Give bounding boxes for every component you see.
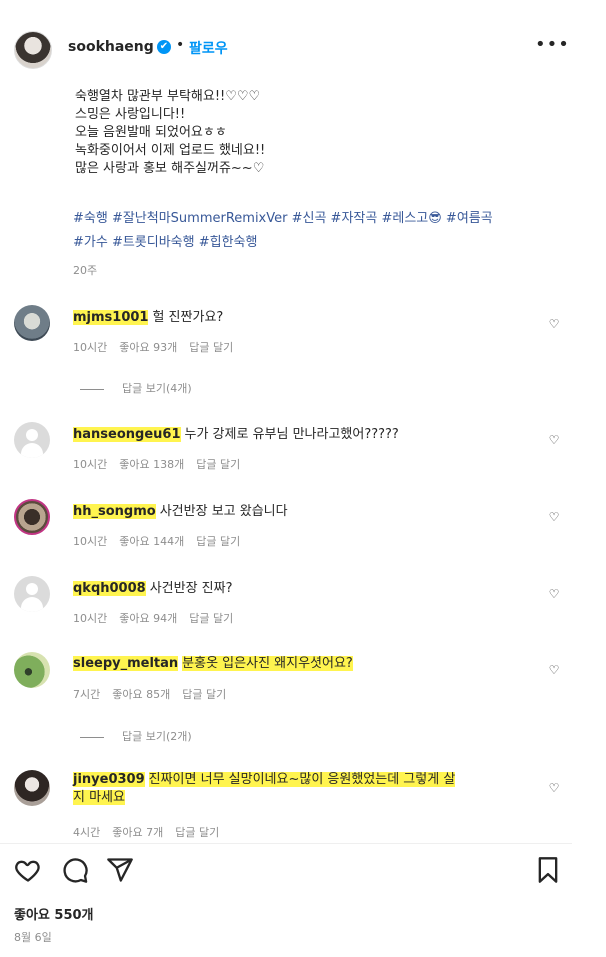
verified-badge-icon: ✔ bbox=[157, 40, 171, 54]
comment-text: qkqh0008 사건반장 진짜? bbox=[73, 580, 233, 598]
comment-body: 사건반장 진짜? bbox=[149, 581, 233, 596]
comment-body: 사건반장 보고 왔습니다 bbox=[159, 504, 288, 519]
comment-likes[interactable]: 좋아요 94개 bbox=[119, 612, 177, 625]
comment-meta: 10시간 좋아요 93개 답글 달기 bbox=[73, 339, 245, 355]
comment-body: 진짜이면 너무 실망이네요~많이 응원했었는데 그렇게 살 bbox=[148, 772, 456, 787]
comment-time: 7시간 bbox=[73, 688, 101, 701]
heart-icon[interactable]: ♡ bbox=[547, 433, 561, 447]
comment-likes[interactable]: 좋아요 93개 bbox=[119, 341, 177, 354]
avatar[interactable] bbox=[14, 305, 50, 341]
reply-button[interactable]: 답글 달기 bbox=[196, 535, 240, 548]
comment-time: 10시간 bbox=[73, 535, 108, 548]
comment-meta: 4시간 좋아요 7개 답글 달기 bbox=[73, 824, 231, 840]
avatar[interactable] bbox=[14, 31, 52, 69]
caption-line: 숙행열차 많관부 부탁해요!!♡♡♡ bbox=[75, 89, 261, 104]
heart-icon[interactable]: ♡ bbox=[547, 587, 561, 601]
divider bbox=[0, 843, 572, 844]
bookmark-icon[interactable] bbox=[534, 856, 562, 884]
default-avatar-icon[interactable] bbox=[14, 576, 50, 612]
caption-line: 오늘 음원발매 되었어요ㅎㅎ bbox=[75, 125, 227, 140]
hashtag-line[interactable]: #숙행 #잘난척마SummerRemixVer #신곡 #자작곡 #레스고😎 #… bbox=[73, 207, 568, 231]
caption-line: 많은 사랑과 홍보 해주실꺼쥬~~♡ bbox=[75, 161, 265, 176]
separator-dot: • bbox=[176, 37, 185, 53]
caption-timestamp: 20주 bbox=[73, 264, 98, 277]
comment-likes[interactable]: 좋아요 85개 bbox=[112, 688, 170, 701]
comment-likes[interactable]: 좋아요 138개 bbox=[119, 458, 184, 471]
post-header: sookhaeng ✔ • 팔로우 ••• bbox=[0, 0, 572, 90]
comment-meta: 10시간 좋아요 94개 답글 달기 bbox=[73, 610, 245, 626]
reply-button[interactable]: 답글 달기 bbox=[189, 341, 233, 354]
follow-button[interactable]: 팔로우 bbox=[189, 38, 228, 58]
comment-icon[interactable] bbox=[61, 856, 89, 884]
default-avatar-icon[interactable] bbox=[14, 422, 50, 458]
comment-likes[interactable]: 좋아요 7개 bbox=[112, 826, 163, 839]
comment-text: jinye0309 진짜이면 너무 실망이네요~많이 응원했었는데 그렇게 살 지… bbox=[73, 771, 541, 807]
more-options-icon[interactable]: ••• bbox=[535, 34, 570, 55]
comment-text: mjms1001 헐 진짠가요? bbox=[73, 309, 223, 327]
comment-likes[interactable]: 좋아요 144개 bbox=[119, 535, 184, 548]
avatar[interactable] bbox=[14, 499, 50, 535]
comment-body: 헐 진짠가요? bbox=[152, 310, 224, 325]
like-count[interactable]: 좋아요 550개 bbox=[14, 904, 94, 923]
view-replies-button[interactable]: 답글 보기(4개) bbox=[80, 380, 192, 396]
comment-text: sleepy_meltan 분홍옷 입은사진 왜지우셧어요? bbox=[73, 655, 353, 673]
comment-username[interactable]: sleepy_meltan bbox=[73, 656, 179, 671]
comment-text: hanseongeu61 누가 강제로 유부님 만나라고했어????? bbox=[73, 426, 399, 444]
avatar[interactable] bbox=[14, 652, 50, 688]
heart-icon[interactable]: ♡ bbox=[547, 663, 561, 677]
heart-icon[interactable]: ♡ bbox=[547, 510, 561, 524]
reply-button[interactable]: 답글 달기 bbox=[189, 612, 233, 625]
comment-meta: 7시간 좋아요 85개 답글 달기 bbox=[73, 686, 238, 702]
reply-button[interactable]: 답글 달기 bbox=[182, 688, 226, 701]
comment-username[interactable]: mjms1001 bbox=[73, 310, 149, 325]
view-replies-label: 답글 보기(4개) bbox=[122, 382, 192, 395]
comment-time: 10시간 bbox=[73, 612, 108, 625]
post-date: 8월 6일 bbox=[14, 931, 52, 944]
comment-time: 4시간 bbox=[73, 826, 101, 839]
caption-line: 스밍은 사랑입니다!! bbox=[75, 107, 186, 122]
comment-username[interactable]: qkqh0008 bbox=[73, 581, 146, 596]
reply-button[interactable]: 답글 달기 bbox=[175, 826, 219, 839]
post-caption: 숙행열차 많관부 부탁해요!!♡♡♡ 스밍은 사랑입니다!! 오늘 음원발매 되… bbox=[75, 88, 565, 178]
comment-username[interactable]: hanseongeu61 bbox=[73, 427, 181, 442]
view-replies-button[interactable]: 답글 보기(2개) bbox=[80, 728, 192, 744]
comment-username[interactable]: jinye0309 bbox=[73, 772, 145, 787]
comment-time: 10시간 bbox=[73, 341, 108, 354]
comment-body: 분홍옷 입은사진 왜지우셧어요? bbox=[182, 656, 353, 671]
heart-icon[interactable]: ♡ bbox=[547, 317, 561, 331]
share-icon[interactable] bbox=[106, 856, 134, 884]
comment-body: 누가 강제로 유부님 만나라고했어????? bbox=[184, 427, 399, 442]
like-heart-icon[interactable] bbox=[14, 856, 42, 884]
reply-button[interactable]: 답글 달기 bbox=[196, 458, 240, 471]
comment-meta: 10시간 좋아요 138개 답글 달기 bbox=[73, 456, 252, 472]
hashtag-line[interactable]: #가수 #트롯디바숙행 #힙한숙행 bbox=[73, 231, 568, 255]
caption-line: 녹화중이어서 이제 업로드 했네요!! bbox=[75, 143, 266, 158]
avatar[interactable] bbox=[14, 770, 50, 806]
username[interactable]: sookhaeng bbox=[68, 39, 154, 55]
hashtags: #숙행 #잘난척마SummerRemixVer #신곡 #자작곡 #레스고😎 #… bbox=[73, 207, 568, 255]
heart-icon[interactable]: ♡ bbox=[547, 781, 561, 795]
comment-meta: 10시간 좋아요 144개 답글 달기 bbox=[73, 533, 252, 549]
view-replies-label: 답글 보기(2개) bbox=[122, 730, 192, 743]
comment-username[interactable]: hh_songmo bbox=[73, 504, 156, 519]
comment-time: 10시간 bbox=[73, 458, 108, 471]
comment-body-continued: 지 마세요 bbox=[73, 790, 125, 805]
comment-text: hh_songmo 사건반장 보고 왔습니다 bbox=[73, 503, 288, 521]
post-frame: sookhaeng ✔ • 팔로우 ••• 숙행열차 많관부 부탁해요!!♡♡♡… bbox=[0, 0, 572, 957]
